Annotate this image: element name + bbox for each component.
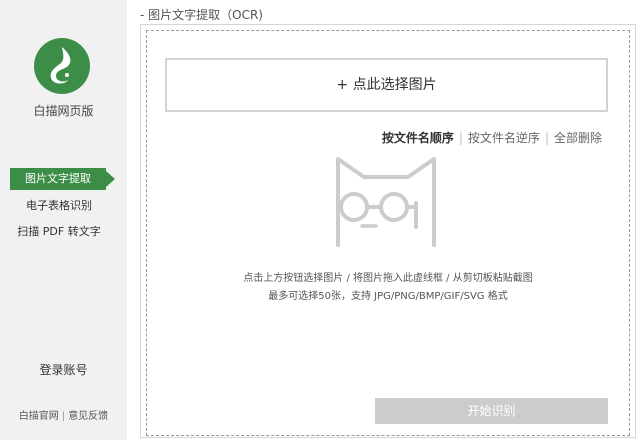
sort-bar: 按文件名顺序 | 按文件名逆序 | 全部删除 bbox=[382, 129, 602, 146]
sort-by-name-desc[interactable]: 按文件名逆序 bbox=[468, 131, 540, 145]
footer-links: 白描官网 | 意见反馈 bbox=[0, 407, 127, 422]
start-recognition-button[interactable]: 开始识别 bbox=[375, 398, 608, 424]
select-image-button[interactable]: + 点此选择图片 bbox=[165, 58, 608, 112]
brand-name: 白描网页版 bbox=[33, 104, 94, 118]
delete-all-link[interactable]: 全部删除 bbox=[554, 131, 602, 145]
section-title: - 图片文字提取（OCR) bbox=[140, 8, 263, 22]
sort-separator: | bbox=[544, 131, 549, 145]
nav-item-spreadsheet-recognition[interactable]: 电子表格识别 bbox=[0, 195, 118, 217]
nav-item-image-text-extract[interactable]: 图片文字提取 bbox=[10, 168, 115, 190]
cat-with-glasses-icon bbox=[336, 157, 436, 247]
sort-separator: | bbox=[458, 131, 463, 145]
hint-text-line1: 点击上方按钮选择图片 / 将图片拖入此虚线框 / 从剪切板粘贴截图 bbox=[243, 273, 533, 284]
leaf-logo-icon bbox=[50, 47, 71, 84]
nav-item-scan-pdf-to-text[interactable]: 扫描 PDF 转文字 bbox=[0, 221, 118, 243]
login-link[interactable]: 登录账号 bbox=[0, 361, 127, 378]
feedback-link[interactable]: 意见反馈 bbox=[68, 411, 108, 422]
footer-separator: | bbox=[61, 411, 66, 422]
hint-text-line2: 最多可选择50张，支持 JPG/PNG/BMP/GIF/SVG 格式 bbox=[268, 291, 508, 302]
sidebar: 白描网页版 图片文字提取 电子表格识别 扫描 PDF 转文字 登录账号 白描官网… bbox=[0, 0, 127, 440]
app-logo bbox=[34, 38, 90, 94]
official-site-link[interactable]: 白描官网 bbox=[19, 411, 59, 422]
sort-by-name-asc[interactable]: 按文件名顺序 bbox=[382, 131, 454, 145]
